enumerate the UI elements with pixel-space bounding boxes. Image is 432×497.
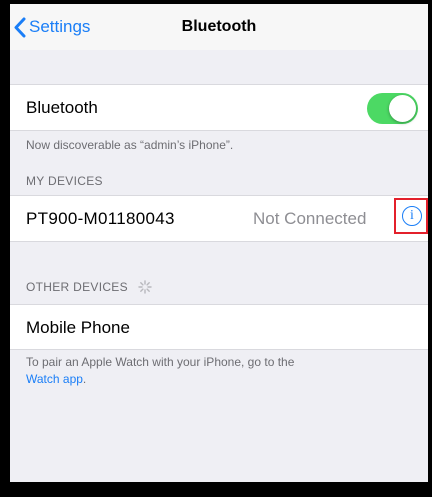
my-devices-header: MY DEVICES bbox=[26, 174, 103, 188]
activity-spinner-icon bbox=[138, 280, 152, 294]
page-title: Bluetooth bbox=[181, 18, 257, 35]
bluetooth-toggle-row: Bluetooth bbox=[10, 84, 428, 131]
other-devices-label: OTHER DEVICES bbox=[26, 280, 128, 294]
pair-note-period: . bbox=[82, 372, 87, 386]
device-name: PT900-M01180043 bbox=[26, 209, 175, 228]
navigation-bar: Settings Bluetooth bbox=[10, 4, 428, 50]
bluetooth-toggle[interactable] bbox=[367, 93, 418, 124]
toggle-knob bbox=[389, 95, 416, 122]
other-device-name: Mobile Phone bbox=[26, 318, 130, 337]
device-status: Not Connected bbox=[253, 209, 367, 228]
bluetooth-label: Bluetooth bbox=[26, 98, 98, 117]
pair-watch-note: To pair an Apple Watch with your iPhone,… bbox=[26, 354, 416, 388]
frame-bottom bbox=[0, 482, 432, 497]
info-button-highlight[interactable]: i bbox=[394, 198, 428, 234]
bluetooth-settings-screen: Settings Bluetooth Bluetooth Now discove… bbox=[10, 4, 428, 482]
pair-watch-text: To pair an Apple Watch with your iPhone,… bbox=[26, 355, 295, 369]
device-row[interactable]: PT900-M01180043 Not Connected i bbox=[10, 195, 428, 242]
other-devices-header: OTHER DEVICES bbox=[26, 280, 152, 294]
info-icon[interactable]: i bbox=[402, 206, 422, 226]
other-device-row[interactable]: Mobile Phone bbox=[10, 304, 428, 350]
discoverable-note: Now discoverable as “admin’s iPhone”. bbox=[26, 138, 234, 152]
watch-app-link[interactable]: Watch app bbox=[26, 372, 83, 386]
